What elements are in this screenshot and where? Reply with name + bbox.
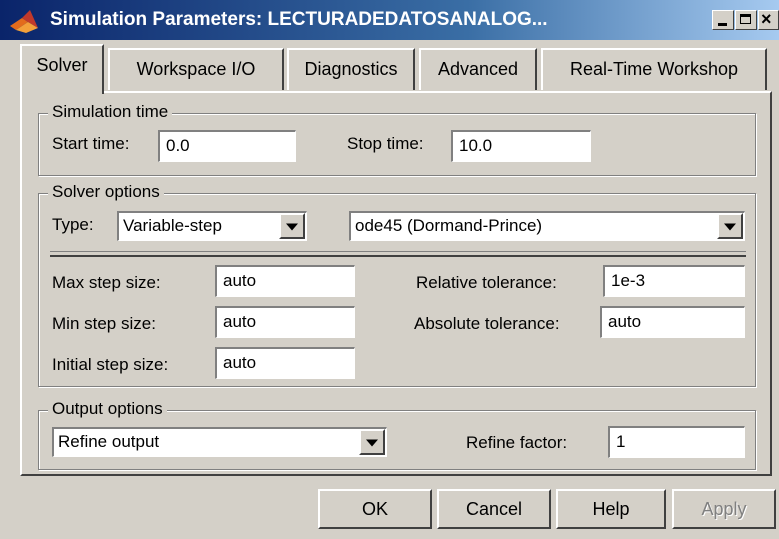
output-mode-dropdown-button[interactable] [359,429,385,455]
solver-type-value: Variable-step [123,216,222,235]
chevron-down-icon [366,439,378,447]
solver-method-select[interactable]: ode45 (Dormand-Prince) [349,211,745,241]
simulation-time-title: Simulation time [48,102,173,122]
tab-real-time-workshop[interactable]: Real-Time Workshop [541,48,767,90]
absolute-tolerance-field[interactable]: auto [600,306,745,338]
window-title: Simulation Parameters: LECTURADEDATOSANA… [50,9,548,30]
initial-step-label: Initial step size: [52,355,169,374]
apply-button[interactable]: Apply [672,489,776,529]
help-button[interactable]: Help [556,489,666,529]
solver-method-dropdown-button[interactable] [717,213,743,239]
solver-options-title: Solver options [48,182,164,202]
chevron-down-icon [286,223,298,231]
tab-label: Advanced [437,59,519,79]
solver-method-value: ode45 (Dormand-Prince) [355,216,543,235]
matlab-logo-icon [10,10,38,33]
solver-type-dropdown-button[interactable] [279,213,305,239]
absolute-tolerance-label: Absolute tolerance: [414,314,560,333]
stop-time-field[interactable]: 10.0 [451,130,591,162]
min-step-field[interactable]: auto [215,306,355,338]
cancel-button[interactable]: Cancel [437,489,551,529]
relative-tolerance-label: Relative tolerance: [416,273,557,292]
max-step-field[interactable]: auto [215,265,355,297]
tab-solver[interactable]: Solver [20,44,104,94]
min-step-label: Min step size: [52,314,156,333]
output-options-title: Output options [48,399,167,419]
stop-time-label: Stop time: [347,134,424,153]
max-step-label: Max step size: [52,273,161,292]
solver-options-divider [50,251,746,257]
type-label: Type: [52,215,94,234]
tab-workspace-io[interactable]: Workspace I/O [108,48,284,90]
refine-factor-label: Refine factor: [466,433,568,452]
start-time-label: Start time: [52,134,130,153]
start-time-field[interactable]: 0.0 [158,130,296,162]
tab-label: Workspace I/O [136,59,256,79]
chevron-down-icon [724,223,736,231]
close-icon: × [761,9,772,29]
tab-label: Diagnostics [304,59,398,79]
output-mode-value: Refine output [58,432,160,451]
tab-diagnostics[interactable]: Diagnostics [287,48,415,90]
relative-tolerance-field[interactable]: 1e-3 [603,265,745,297]
maximize-button[interactable] [735,10,757,30]
refine-factor-field[interactable]: 1 [608,426,745,458]
minimize-icon [718,23,727,26]
minimize-button[interactable] [712,10,734,30]
maximize-icon [740,14,751,24]
ok-button[interactable]: OK [318,489,432,529]
tab-label: Real-Time Workshop [569,59,739,79]
output-mode-select[interactable]: Refine output [52,427,387,457]
tab-advanced[interactable]: Advanced [419,48,537,90]
initial-step-field[interactable]: auto [215,347,355,379]
close-button[interactable]: × [758,9,779,30]
tab-label: Solver [36,55,88,75]
